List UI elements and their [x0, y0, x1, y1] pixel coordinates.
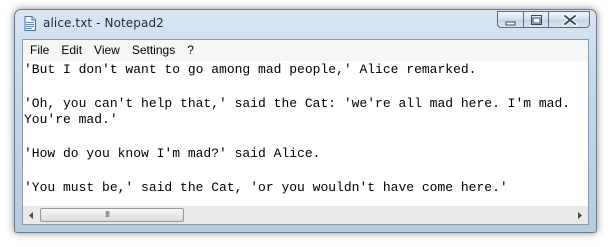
minimize-button[interactable] [497, 11, 523, 28]
window-title: alice.txt - Notepad2 [43, 16, 164, 30]
text-line[interactable] [23, 163, 588, 180]
notepad-file-icon [24, 16, 36, 31]
client-area: File Edit View Settings ? 'But I don't w… [22, 39, 589, 225]
scrollbar-thumb[interactable]: III [40, 208, 184, 222]
title-bar[interactable]: alice.txt - Notepad2 [15, 10, 596, 36]
maximize-icon [531, 15, 542, 25]
text-line[interactable]: 'You must be,' said the Cat, 'or you wou… [23, 180, 588, 197]
horizontal-scrollbar[interactable]: III [23, 206, 588, 224]
scroll-right-button[interactable] [571, 207, 588, 224]
scroll-left-arrow-icon [29, 212, 33, 219]
text-line[interactable]: 'But I don't want to go among mad people… [23, 62, 588, 79]
menu-settings[interactable]: Settings [126, 41, 181, 60]
menu-edit[interactable]: Edit [55, 41, 88, 60]
maximize-button[interactable] [523, 11, 548, 28]
scroll-left-button[interactable] [23, 207, 40, 224]
text-line[interactable]: 'Oh, you can't help that,' said the Cat:… [23, 96, 588, 113]
menu-bar: File Edit View Settings ? [23, 40, 588, 62]
menu-view[interactable]: View [88, 41, 126, 60]
text-line[interactable]: You're mad.' [23, 112, 588, 129]
notepad-window: alice.txt - Notepad2 File Edit View Sett… [14, 9, 597, 233]
text-editor[interactable]: 'But I don't want to go among mad people… [23, 61, 588, 206]
caption-buttons [497, 11, 590, 28]
scrollbar-grip: III [105, 210, 110, 219]
text-line[interactable] [23, 129, 588, 146]
text-line[interactable] [23, 79, 588, 96]
minimize-icon [505, 21, 516, 26]
scroll-right-arrow-icon [578, 212, 582, 219]
text-line[interactable]: 'How do you know I'm mad?' said Alice. [23, 146, 588, 163]
menu-file[interactable]: File [23, 41, 55, 60]
menu-help[interactable]: ? [181, 41, 200, 60]
close-button[interactable] [548, 11, 590, 28]
close-icon [563, 14, 577, 26]
